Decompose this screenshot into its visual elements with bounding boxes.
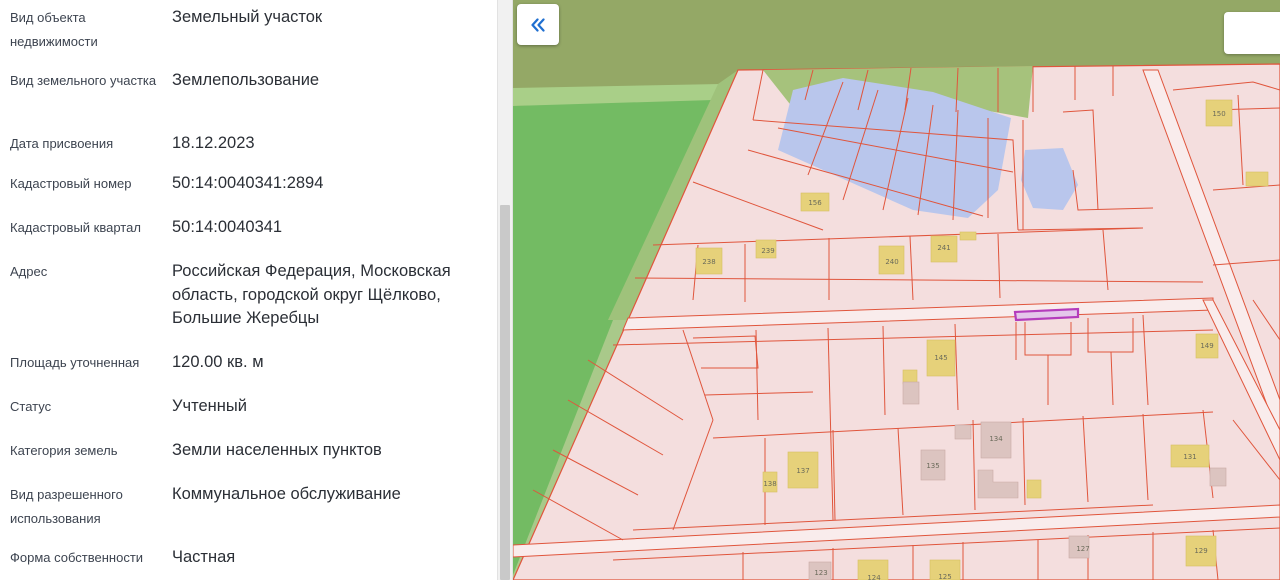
- parcel-label: 150: [1212, 110, 1225, 118]
- parcel-label: 124: [867, 574, 881, 580]
- building: [959, 231, 977, 241]
- parcel-label: 239: [761, 247, 774, 255]
- property-label: Дата присвоения: [10, 136, 114, 151]
- parcel-label: 123: [814, 569, 827, 577]
- property-value: Земли населенных пунктов: [172, 441, 382, 459]
- property-value: Коммунальное обслуживание: [172, 485, 401, 503]
- property-label: Площадь уточненная: [10, 355, 140, 370]
- property-label: Адрес: [10, 264, 48, 279]
- structure: [1209, 467, 1227, 487]
- property-label: Вид разрешенного использования: [10, 487, 123, 526]
- parcel-label: 134: [989, 435, 1003, 443]
- parcel-label: 240: [885, 258, 898, 266]
- property-value: Частная: [172, 548, 236, 566]
- parcel-label: 137: [796, 467, 809, 475]
- parcel-label: 145: [934, 354, 947, 362]
- building: [1245, 171, 1269, 187]
- panel-scrollbar[interactable]: [497, 0, 513, 580]
- scrollbar-thumb[interactable]: [500, 205, 510, 580]
- map-layer-control[interactable]: [1224, 12, 1280, 54]
- property-value: 120.00 кв. м: [172, 353, 264, 371]
- cadastral-map[interactable]: 150 156 238 239 240 241 145 149 134 135 …: [513, 0, 1280, 580]
- structure: [954, 424, 972, 440]
- parcel-label: 241: [937, 244, 950, 252]
- parcel-label: 238: [702, 258, 715, 266]
- parcel-label: 156: [808, 199, 822, 207]
- property-label: Статус: [10, 399, 52, 414]
- property-label: Кадастровый квартал: [10, 220, 141, 235]
- collapse-panel-button[interactable]: [517, 4, 559, 45]
- property-label: Кадастровый номер: [10, 176, 132, 191]
- property-value: 50:14:0040341:2894: [172, 174, 324, 192]
- double-chevron-left-icon: [530, 17, 546, 32]
- parcel-label: 125: [938, 573, 951, 580]
- parcel-label: 138: [763, 480, 776, 488]
- selected-parcel[interactable]: [1013, 307, 1080, 322]
- property-label: Вид объекта недвижимости: [10, 10, 98, 49]
- property-label: Форма собственности: [10, 550, 144, 565]
- parcel-label: 149: [1200, 342, 1213, 350]
- property-label: Вид земельного участка: [10, 73, 157, 88]
- property-info-panel: Вид объекта недвижимости Земельный участ…: [0, 0, 497, 580]
- parcel-label: 127: [1076, 545, 1089, 553]
- property-value: Российская Федерация, Московская область…: [172, 262, 451, 327]
- property-value: Землепользование: [172, 71, 320, 89]
- parcel-label: 129: [1194, 547, 1207, 555]
- property-value: 50:14:0040341: [172, 218, 283, 236]
- property-value: Земельный участок: [172, 8, 323, 26]
- property-label: Категория земель: [10, 443, 118, 458]
- property-value: 18.12.2023: [172, 134, 255, 152]
- map-canvas[interactable]: 150 156 238 239 240 241 145 149 134 135 …: [513, 0, 1280, 580]
- parcel-label: 131: [1183, 453, 1196, 461]
- building: [1026, 479, 1042, 499]
- parcel-label: 135: [926, 462, 939, 470]
- structure: [902, 381, 920, 405]
- property-value: Учтенный: [172, 397, 247, 415]
